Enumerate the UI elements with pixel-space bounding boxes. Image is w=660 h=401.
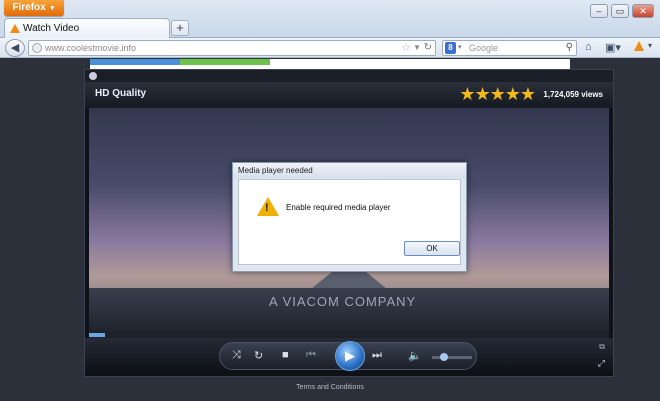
seek-progress xyxy=(89,333,105,337)
shuffle-icon[interactable]: ⤨ xyxy=(232,349,241,362)
tab-watch-video[interactable]: Watch Video xyxy=(4,18,170,38)
header-tab-blue xyxy=(90,59,180,65)
search-icon[interactable]: ⚲ xyxy=(566,41,573,55)
minimize-button[interactable]: – xyxy=(590,4,608,18)
video-watermark: A VIACOM COMPANY xyxy=(269,294,417,309)
play-icon: ▶ xyxy=(345,348,355,363)
rating-stars: ★★★★★ xyxy=(459,84,536,104)
play-button[interactable]: ▶ xyxy=(335,341,365,371)
search-engine-icon[interactable]: 8 xyxy=(445,42,456,54)
firefox-menu-button[interactable]: Firefox ▼ xyxy=(4,0,64,16)
page-header-strip xyxy=(90,59,570,69)
close-button[interactable]: ✕ xyxy=(632,4,654,18)
volume-slider[interactable] xyxy=(432,353,472,361)
reload-icon[interactable]: ↻ xyxy=(424,41,432,55)
chevron-down-icon: ▼ xyxy=(48,5,56,12)
tab-title: Watch Video xyxy=(23,23,80,34)
new-tab-button[interactable]: + xyxy=(171,20,189,36)
back-button[interactable]: ◀ xyxy=(5,39,25,57)
title-bar: Firefox ▼ – ▭ ✕ Watch Video + xyxy=(0,0,660,38)
quality-label: HD Quality xyxy=(95,88,147,99)
stop-icon[interactable]: ■ xyxy=(282,349,289,361)
next-icon[interactable]: ⏭ xyxy=(372,349,382,362)
chevron-down-icon[interactable]: ▾ xyxy=(458,41,462,55)
bookmarks-icon[interactable]: ▣▾ xyxy=(605,41,621,54)
ok-button[interactable]: OK xyxy=(404,241,460,256)
repeat-icon[interactable]: ↻ xyxy=(254,349,263,362)
player-top-bar xyxy=(85,70,613,82)
address-bar[interactable]: www.coolestmovie.info ☆ ▼ ↻ xyxy=(28,40,436,56)
fullscreen-icon[interactable]: ⤢ xyxy=(598,358,605,369)
mini-mode-icon[interactable]: ⧉ xyxy=(599,342,605,352)
control-pill: ⤨ ↻ ■ ⏮ ▶ ⏭ 🔈 xyxy=(219,341,477,371)
globe-icon xyxy=(32,43,42,53)
volume-knob[interactable] xyxy=(440,353,448,361)
player-header: HD Quality ★★★★★ 1,724,059 views xyxy=(85,82,613,108)
home-icon[interactable]: ⌂ xyxy=(585,41,592,53)
browser-window: Firefox ▼ – ▭ ✕ Watch Video + ◀ www.coole… xyxy=(0,0,660,401)
vlc-addon-icon[interactable] xyxy=(634,41,644,51)
previous-icon[interactable]: ⏮ xyxy=(306,349,316,362)
bookmark-star-icon[interactable]: ☆ xyxy=(401,41,411,55)
maximize-button[interactable]: ▭ xyxy=(611,4,629,18)
volume-icon[interactable]: 🔈 xyxy=(408,349,422,362)
vlc-cone-icon xyxy=(10,24,20,33)
player-menu-dot[interactable] xyxy=(89,72,97,80)
dialog-body: ! Enable required media player OK xyxy=(238,179,461,265)
dialog-title: Media player needed xyxy=(233,163,466,178)
header-tab-green xyxy=(180,59,270,65)
warning-exclamation: ! xyxy=(265,202,269,214)
search-placeholder: Google xyxy=(469,43,499,53)
url-text: www.coolestmovie.info xyxy=(45,43,137,53)
media-player-dialog: Media player needed ! Enable required me… xyxy=(232,162,467,272)
dialog-message: Enable required media player xyxy=(286,203,391,212)
search-input[interactable]: 8 ▾ Google ⚲ xyxy=(442,40,577,56)
chevron-down-icon[interactable]: ▾ xyxy=(648,41,652,50)
back-arrow-icon: ◀ xyxy=(10,42,20,54)
terms-link[interactable]: Terms and Conditions xyxy=(0,384,660,391)
history-dropdown-icon[interactable]: ▼ xyxy=(413,41,421,55)
player-controls: ⤨ ↻ ■ ⏮ ▶ ⏭ 🔈 ⧉ ⤢ xyxy=(85,338,613,376)
navigation-bar: ◀ www.coolestmovie.info ☆ ▼ ↻ 8 ▾ Google… xyxy=(0,38,660,58)
view-count: 1,724,059 views xyxy=(543,90,603,99)
